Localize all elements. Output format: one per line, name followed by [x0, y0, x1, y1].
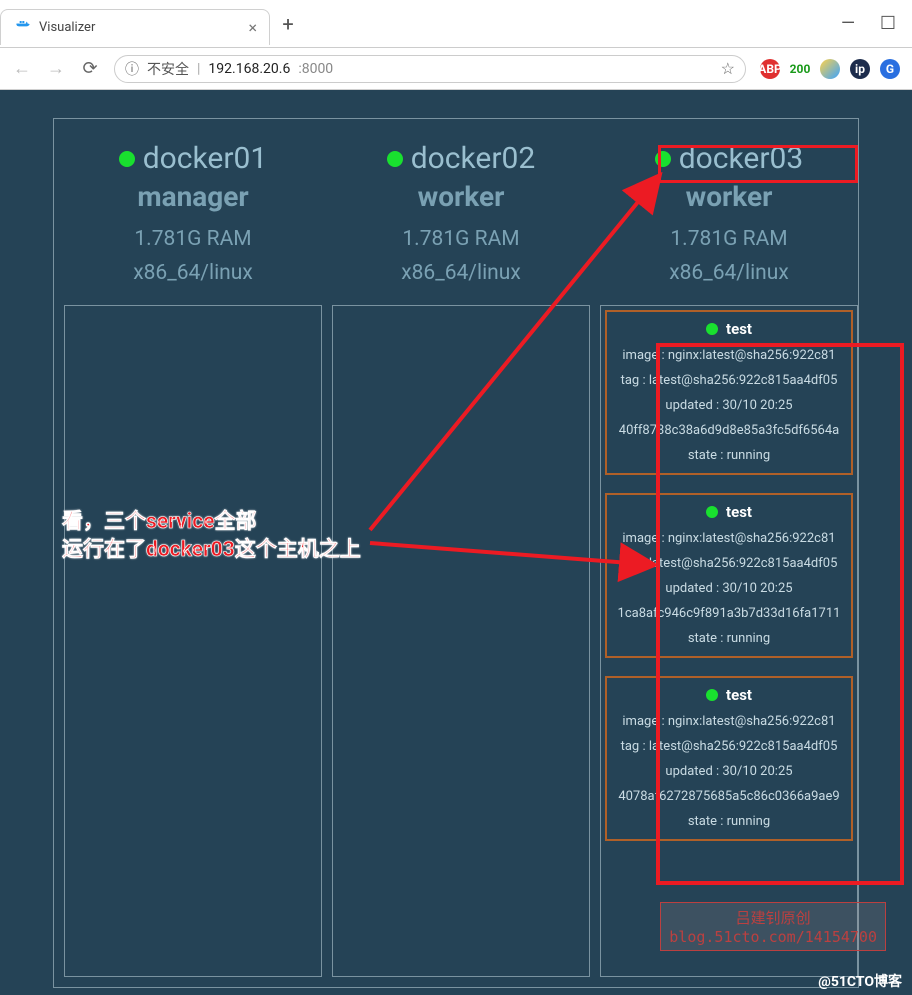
status-dot-icon — [387, 151, 403, 167]
extension-icon-1[interactable] — [820, 59, 840, 79]
service-updated: updated : 30/10 20:25 — [611, 581, 847, 596]
window-tab-strip: Visualizer × + — ☐ — [0, 0, 912, 48]
security-warning: 不安全 — [147, 59, 189, 79]
extension-icons: ABP 200 ip G — [760, 59, 900, 79]
site-info-icon[interactable]: ⓘ — [125, 59, 139, 79]
service-state: state : running — [611, 448, 847, 463]
reload-button[interactable]: ⟳ — [80, 58, 100, 79]
node-column-docker03: docker03 worker 1.781G RAM x86_64/linux … — [600, 141, 858, 977]
service-name: test — [726, 320, 752, 338]
service-updated: updated : 30/10 20:25 — [611, 398, 847, 413]
status-dot-icon — [119, 151, 135, 167]
service-id: 4078af6272875685a5c86c0366a9ae9 — [611, 789, 847, 804]
back-button[interactable]: ← — [12, 58, 32, 79]
service-list: test image : nginx:latest@sha256:922c81 … — [600, 305, 858, 977]
service-title-row: test — [611, 686, 847, 704]
service-state: state : running — [611, 631, 847, 646]
node-name-row: docker03 — [655, 141, 803, 176]
minimize-button[interactable]: — — [836, 13, 860, 34]
url-host: 192.168.20.6 — [208, 61, 290, 77]
separator: | — [197, 61, 200, 77]
node-name-row: docker01 — [119, 141, 267, 176]
node-ram: 1.781G RAM — [387, 227, 535, 251]
service-tag: tag : latest@sha256:922c815aa4df05 — [611, 739, 847, 754]
service-card[interactable]: test image : nginx:latest@sha256:922c81 … — [605, 493, 853, 658]
favicon-docker-icon — [15, 17, 31, 37]
google-extension-icon[interactable]: G — [880, 59, 900, 79]
swarm-board: docker01 manager 1.781G RAM x86_64/linux… — [53, 118, 859, 988]
service-updated: updated : 30/10 20:25 — [611, 764, 847, 779]
node-name-text: docker01 — [143, 141, 267, 176]
node-name-text: docker02 — [411, 141, 535, 176]
status-dot-icon — [706, 689, 718, 701]
node-header: docker03 worker 1.781G RAM x86_64/linux — [655, 141, 803, 285]
node-arch: x86_64/linux — [655, 261, 803, 285]
window-controls: — ☐ — [836, 13, 912, 34]
service-title-row: test — [611, 503, 847, 521]
address-bar[interactable]: ⓘ 不安全 | 192.168.20.6 :8000 ☆ — [114, 55, 746, 83]
visualizer-app: docker01 manager 1.781G RAM x86_64/linux… — [0, 90, 912, 995]
browser-tab[interactable]: Visualizer × — [0, 9, 270, 45]
service-name: test — [726, 503, 752, 521]
ip-extension-icon[interactable]: ip — [850, 59, 870, 79]
status-badge-200[interactable]: 200 — [790, 59, 810, 79]
forward-button[interactable]: → — [46, 58, 66, 79]
service-image: image : nginx:latest@sha256:922c81 — [611, 348, 847, 363]
service-state: state : running — [611, 814, 847, 829]
bookmark-star-icon[interactable]: ☆ — [721, 59, 735, 78]
tab-title: Visualizer — [39, 20, 240, 35]
node-arch: x86_64/linux — [119, 261, 267, 285]
node-name-text: docker03 — [679, 141, 803, 176]
service-tag: tag : latest@sha256:922c815aa4df05 — [611, 373, 847, 388]
service-tag: tag : latest@sha256:922c815aa4df05 — [611, 556, 847, 571]
url-port: :8000 — [298, 61, 333, 77]
node-role: worker — [387, 180, 535, 213]
node-ram: 1.781G RAM — [119, 227, 267, 251]
node-column-docker01: docker01 manager 1.781G RAM x86_64/linux — [64, 141, 322, 977]
abp-extension-icon[interactable]: ABP — [760, 59, 780, 79]
service-card[interactable]: test image : nginx:latest@sha256:922c81 … — [605, 676, 853, 841]
service-card[interactable]: test image : nginx:latest@sha256:922c81 … — [605, 310, 853, 475]
node-arch: x86_64/linux — [387, 261, 535, 285]
service-image: image : nginx:latest@sha256:922c81 — [611, 531, 847, 546]
node-role: manager — [119, 180, 267, 213]
maximize-button[interactable]: ☐ — [876, 13, 900, 34]
address-bar-row: ← → ⟳ ⓘ 不安全 | 192.168.20.6 :8000 ☆ ABP 20… — [0, 48, 912, 90]
status-dot-icon — [706, 323, 718, 335]
close-tab-icon[interactable]: × — [248, 18, 257, 37]
service-list — [64, 305, 322, 977]
node-header: docker02 worker 1.781G RAM x86_64/linux — [387, 141, 535, 285]
status-dot-icon — [655, 151, 671, 167]
new-tab-button[interactable]: + — [270, 12, 306, 36]
service-image: image : nginx:latest@sha256:922c81 — [611, 714, 847, 729]
service-id: 40ff8738c38a6d9d8e85a3fc5df6564a — [611, 423, 847, 438]
node-header: docker01 manager 1.781G RAM x86_64/linux — [119, 141, 267, 285]
service-id: 1ca8afc946c9f891a3b7d33d16fa1711 — [611, 606, 847, 621]
service-name: test — [726, 686, 752, 704]
node-column-docker02: docker02 worker 1.781G RAM x86_64/linux — [332, 141, 590, 977]
node-name-row: docker02 — [387, 141, 535, 176]
node-role: worker — [655, 180, 803, 213]
status-dot-icon — [706, 506, 718, 518]
service-title-row: test — [611, 320, 847, 338]
service-list — [332, 305, 590, 977]
node-ram: 1.781G RAM — [655, 227, 803, 251]
